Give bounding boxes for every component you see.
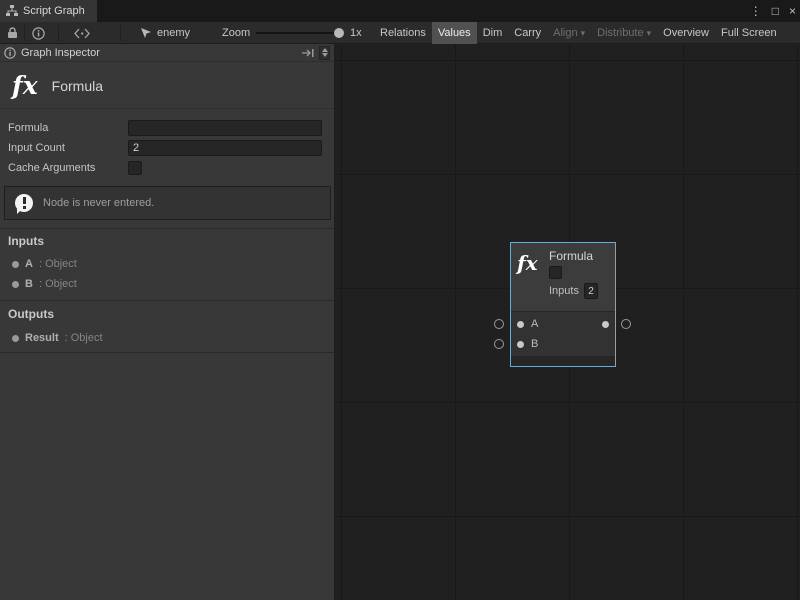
- formula-field-label: Formula: [8, 122, 48, 134]
- port-dot-icon: [12, 281, 19, 288]
- formula-fx-icon: fx: [12, 71, 38, 100]
- node-input-count-field[interactable]: 2: [584, 283, 598, 299]
- distribute-dropdown[interactable]: Distribute ▾: [591, 22, 657, 44]
- unit-name: Formula: [52, 78, 103, 94]
- input-count-input[interactable]: [128, 140, 322, 156]
- node-title: Formula: [549, 247, 598, 265]
- zoom-label: Zoom: [222, 27, 250, 39]
- connection-ring-input-b[interactable]: [494, 339, 504, 349]
- lock-icon[interactable]: [4, 25, 20, 41]
- port-dot-icon: [12, 335, 19, 342]
- inspector-header: Graph Inspector: [0, 44, 334, 62]
- graph-toolbar: enemy Zoom 1x Relations Values Dim Carry…: [0, 22, 800, 44]
- chevron-down-icon: [322, 53, 328, 57]
- formula-input[interactable]: [128, 120, 322, 136]
- values-button[interactable]: Values: [432, 22, 477, 44]
- carry-button[interactable]: Carry: [508, 22, 547, 44]
- cache-arguments-row: Cache Arguments: [0, 160, 334, 176]
- zoom-value: 1x: [350, 27, 362, 39]
- dock-arrow-icon[interactable]: [301, 47, 315, 59]
- script-graph-icon: [6, 5, 18, 17]
- toolbar-buttons: Relations Values Dim Carry Align ▾ Distr…: [374, 22, 800, 44]
- section-divider: [0, 300, 334, 301]
- section-divider: [0, 352, 334, 353]
- tab-script-graph[interactable]: Script Graph: [0, 0, 97, 22]
- toolbar-separator: [58, 25, 59, 41]
- code-icon[interactable]: [74, 25, 90, 41]
- node-formula-field[interactable]: [549, 266, 562, 279]
- input-port-a: A : Object: [0, 255, 334, 273]
- window-controls: ⋮ □ ×: [750, 0, 796, 22]
- info-icon[interactable]: [30, 25, 46, 41]
- window-tab-bar: Script Graph ⋮ □ ×: [0, 0, 800, 22]
- node-inputs-label: Inputs: [549, 285, 579, 297]
- cache-arguments-label: Cache Arguments: [8, 162, 95, 174]
- warning-icon: [15, 194, 33, 212]
- connection-ring-input-a[interactable]: [494, 319, 504, 329]
- relations-button[interactable]: Relations: [374, 22, 432, 44]
- formula-node[interactable]: fx Formula Inputs 2 A B: [510, 242, 616, 367]
- port-dot-icon: [12, 261, 19, 268]
- input-count-row: Input Count: [0, 140, 334, 156]
- formula-node-ports: A B: [511, 311, 615, 356]
- toolbar-separator: [24, 25, 25, 41]
- formula-field-row: Formula: [0, 120, 334, 136]
- chevron-down-icon: ▾: [647, 28, 652, 39]
- info-icon: [4, 47, 16, 59]
- input-port-b: B : Object: [0, 275, 334, 293]
- unit-title-block: fx Formula: [0, 63, 334, 109]
- zoom-slider-track[interactable]: [256, 32, 342, 34]
- cache-arguments-checkbox[interactable]: [128, 161, 142, 175]
- warning-icon-tail: [17, 209, 22, 214]
- dim-button[interactable]: Dim: [477, 22, 509, 44]
- align-dropdown[interactable]: Align ▾: [547, 22, 591, 44]
- inputs-section-header: Inputs: [8, 234, 44, 248]
- outputs-section-header: Outputs: [8, 307, 54, 321]
- graph-target[interactable]: enemy: [140, 22, 190, 44]
- output-port-result-dot[interactable]: [602, 321, 609, 328]
- tab-label: Script Graph: [23, 5, 85, 17]
- chevron-up-icon: [322, 48, 328, 52]
- graph-canvas[interactable]: fx Formula Inputs 2 A B: [335, 44, 800, 600]
- overview-button[interactable]: Overview: [657, 22, 715, 44]
- scroll-stepper[interactable]: [319, 46, 330, 60]
- output-port-result: Result : Object: [0, 329, 334, 347]
- input-count-label: Input Count: [8, 142, 65, 154]
- graph-inspector-panel: Graph Inspector fx Formula Formula Input…: [0, 44, 335, 600]
- zoom-slider-thumb[interactable]: [334, 28, 344, 38]
- input-port-b-dot[interactable]: [517, 341, 524, 348]
- formula-node-header: fx Formula Inputs 2: [511, 243, 615, 311]
- chevron-down-icon: ▾: [581, 28, 586, 39]
- full-screen-button[interactable]: Full Screen: [715, 22, 783, 44]
- node-shadow: [511, 356, 615, 366]
- maximize-icon[interactable]: □: [772, 4, 779, 18]
- inspector-title: Graph Inspector: [21, 47, 100, 59]
- section-divider: [0, 228, 334, 229]
- cursor-icon: [140, 27, 152, 39]
- node-port-row-b: B: [511, 334, 615, 354]
- toolbar-separator: [120, 25, 121, 41]
- window-menu-icon[interactable]: ⋮: [750, 4, 762, 18]
- input-port-a-dot[interactable]: [517, 321, 524, 328]
- node-port-row-a: A: [511, 314, 615, 334]
- warning-text: Node is never entered.: [43, 197, 154, 209]
- connection-ring-output[interactable]: [621, 319, 631, 329]
- graph-target-label: enemy: [157, 27, 190, 39]
- formula-fx-icon: fx: [517, 251, 543, 307]
- warning-box: Node is never entered.: [4, 186, 331, 220]
- close-icon[interactable]: ×: [789, 4, 796, 18]
